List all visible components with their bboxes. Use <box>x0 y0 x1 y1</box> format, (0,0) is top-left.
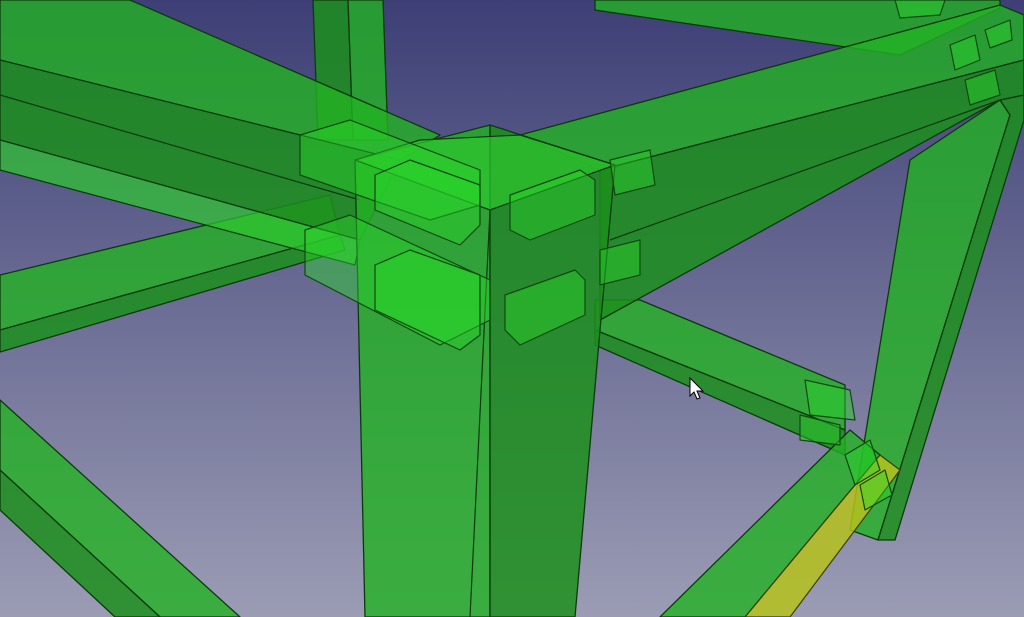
tenon-12[interactable] <box>894 0 946 19</box>
3d-scene[interactable] <box>0 0 1024 617</box>
3d-viewport[interactable] <box>0 0 1024 617</box>
